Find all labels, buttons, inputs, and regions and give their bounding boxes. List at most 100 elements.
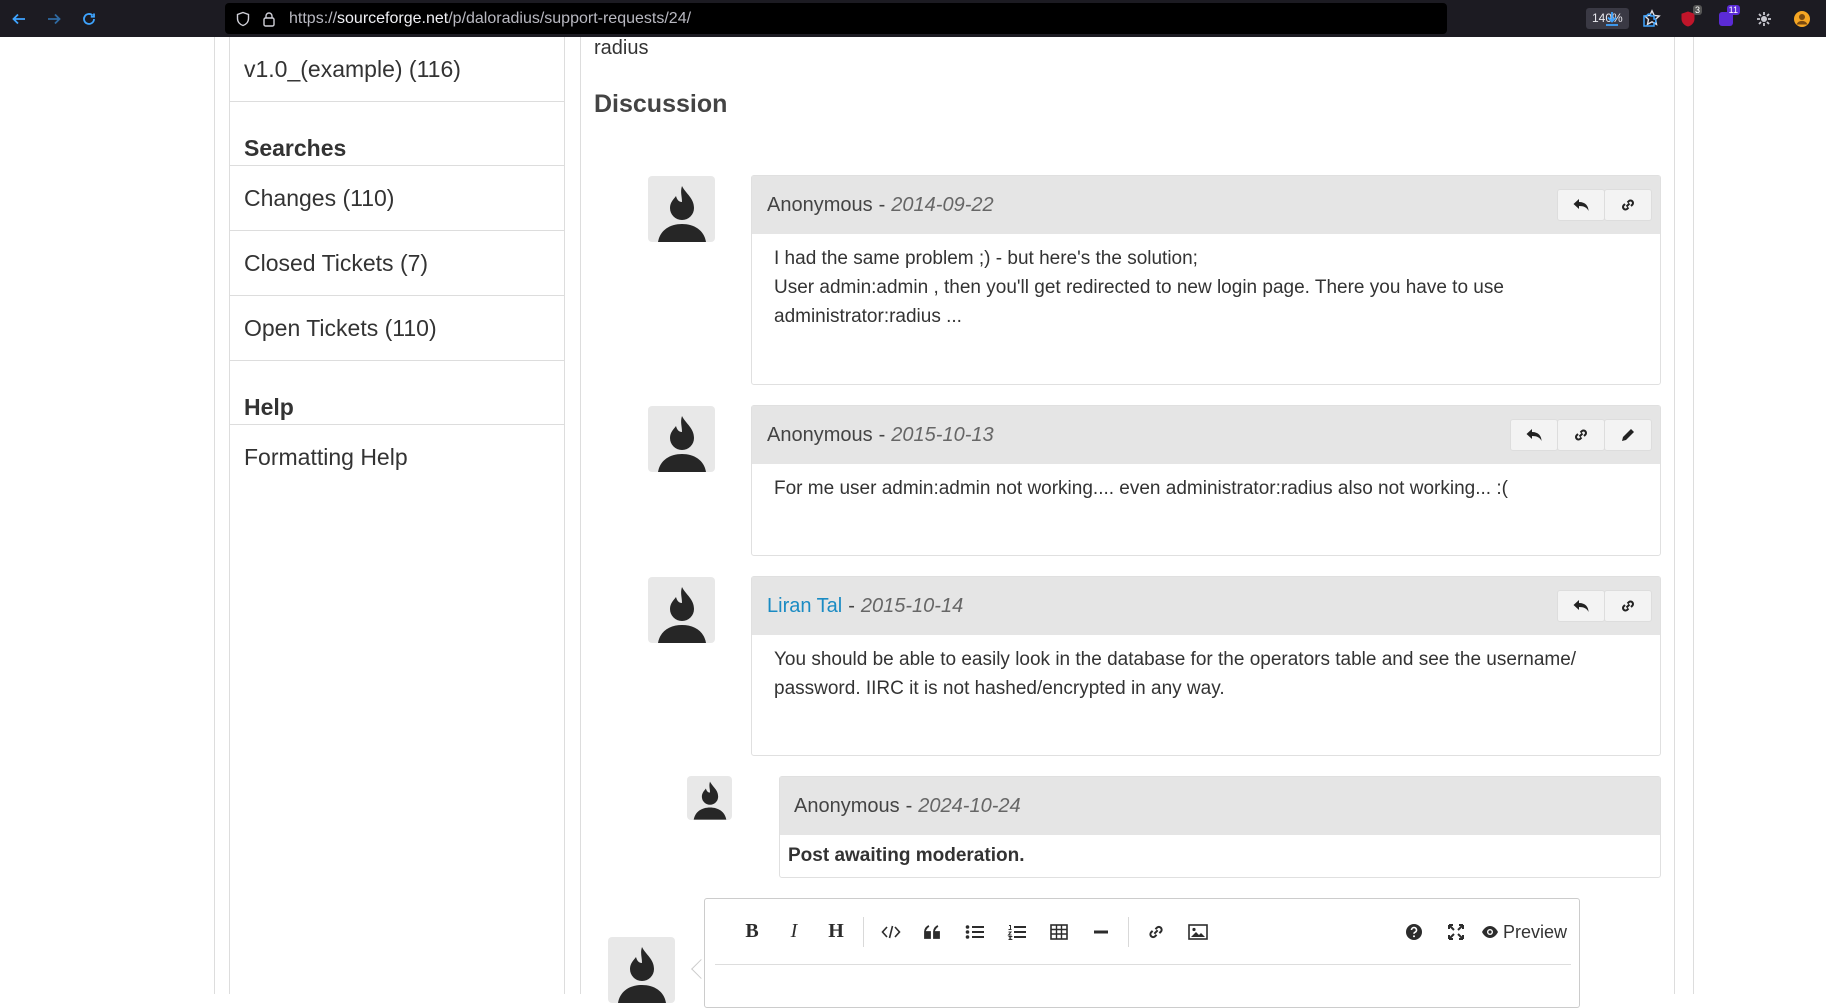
extension-count-badge: 11 — [1726, 4, 1740, 15]
eye-icon — [1481, 926, 1498, 938]
comment-line: password. IIRC it is not hashed/encrypte… — [774, 678, 1225, 699]
permalink-button[interactable] — [1557, 419, 1605, 451]
comment-header: Liran Tal -2015-10-14 — [752, 577, 1660, 635]
reply-button[interactable] — [1557, 189, 1605, 221]
avatar — [648, 577, 715, 643]
extension-purple-icon[interactable]: 11 — [1712, 4, 1740, 33]
heading-button[interactable]: H — [815, 911, 857, 953]
reload-button[interactable] — [72, 0, 106, 37]
code-icon — [881, 925, 901, 938]
comment-author-link[interactable]: Liran Tal — [767, 595, 842, 618]
reload-icon — [83, 12, 95, 25]
expand-icon — [1447, 924, 1464, 940]
reply-icon — [1573, 199, 1589, 211]
sidebar: v1.0_(example) (116) Searches Changes (1… — [229, 37, 565, 994]
sidebar-item-open-tickets[interactable]: Open Tickets (110) — [230, 296, 564, 361]
markdown-help-button[interactable] — [1393, 911, 1435, 953]
extension-gear-icon[interactable] — [1750, 5, 1778, 33]
horizontal-rule-button[interactable] — [1080, 911, 1122, 953]
comment-line: I had the same problem ;) - but here's t… — [774, 248, 1198, 269]
link-icon — [1622, 199, 1634, 211]
table-button[interactable] — [1038, 911, 1080, 953]
sidebar-item-formatting-help[interactable]: Formatting Help — [230, 425, 564, 490]
reply-button[interactable] — [1557, 590, 1605, 622]
insert-link-button[interactable] — [1135, 911, 1177, 953]
edit-button[interactable] — [1604, 419, 1652, 451]
permalink-button[interactable] — [1604, 189, 1652, 221]
editor-toolbar: B I H Preview — [715, 899, 1571, 965]
browser-toolbar: https://sourceforge.net/p/daloradius/sup… — [0, 0, 1826, 37]
permalink-button[interactable] — [1604, 590, 1652, 622]
ublock-icon[interactable]: 3 — [1674, 4, 1702, 33]
comment-actions — [1557, 590, 1652, 622]
author-date-separator: - — [878, 193, 886, 216]
link-icon — [1622, 600, 1634, 612]
toolbar-divider — [1128, 916, 1129, 947]
ticket-text-fragment: radius — [594, 37, 649, 59]
lock-icon[interactable] — [257, 7, 281, 31]
avatar — [648, 176, 715, 242]
insert-image-button[interactable] — [1177, 911, 1219, 953]
profile-avatar-icon[interactable] — [1788, 5, 1816, 33]
comment-body: I had the same problem ;) - but here's t… — [752, 234, 1660, 331]
table-icon — [1050, 923, 1068, 940]
shield-icon[interactable] — [231, 7, 255, 31]
sidebar-heading-searches: Searches — [230, 135, 564, 166]
downloads-icon[interactable] — [1598, 5, 1626, 33]
reply-icon — [1573, 600, 1589, 612]
comment-card-pending: Anonymous -2024-10-24 Post awaiting moder… — [779, 776, 1661, 878]
extension-puzzle-icon[interactable] — [1636, 5, 1664, 33]
list-ul-icon — [965, 924, 984, 939]
preview-label: Preview — [1502, 921, 1567, 942]
link-icon — [1575, 429, 1587, 441]
comment-header: Anonymous -2015-10-13 — [752, 406, 1660, 464]
bold-button[interactable]: B — [731, 911, 773, 953]
comment-date[interactable]: 2015-10-13 — [891, 424, 993, 447]
comment-card: Anonymous -2015-10-13 For me user admin:a… — [751, 405, 1661, 556]
sidebar-item-changes[interactable]: Changes (110) — [230, 166, 564, 231]
back-button[interactable] — [2, 0, 36, 37]
preview-button[interactable]: Preview — [1477, 911, 1571, 953]
extensions-area: 3 11 — [1598, 0, 1816, 37]
user-avatar-icon — [657, 186, 706, 242]
forward-button[interactable] — [37, 0, 71, 37]
arrow-right-icon — [48, 13, 61, 24]
unordered-list-button[interactable] — [954, 911, 996, 953]
comment-body: For me user admin:admin not working.... … — [752, 464, 1660, 503]
ordered-list-button[interactable] — [996, 911, 1038, 953]
url-text[interactable]: https://sourceforge.net/p/daloradius/sup… — [289, 10, 691, 28]
code-button[interactable] — [870, 911, 912, 953]
discussion-heading: Discussion — [594, 90, 728, 118]
reply-icon — [1526, 429, 1542, 441]
fullscreen-button[interactable] — [1435, 911, 1477, 953]
arrow-left-icon — [12, 13, 25, 24]
comment-actions — [1510, 419, 1652, 451]
comment-body: Post awaiting moderation. — [780, 835, 1660, 876]
sidebar-item-milestone[interactable]: v1.0_(example) (116) — [230, 37, 564, 102]
avatar — [687, 776, 732, 820]
page-border-left — [214, 37, 215, 994]
user-avatar-icon — [617, 947, 666, 1003]
reply-button[interactable] — [1510, 419, 1558, 451]
quote-button[interactable] — [912, 911, 954, 953]
comment-date[interactable]: 2024-10-24 — [918, 795, 1020, 818]
list-ol-icon — [1007, 924, 1026, 940]
link-icon — [1149, 925, 1163, 938]
comment-author: Anonymous — [767, 193, 873, 216]
italic-button[interactable]: I — [773, 911, 815, 953]
sidebar-item-closed-tickets[interactable]: Closed Tickets (7) — [230, 231, 564, 296]
question-circle-icon — [1405, 924, 1422, 940]
comment-card: Anonymous -2014-09-22 I had the same prob… — [751, 175, 1661, 385]
ublock-count-badge: 3 — [1692, 4, 1702, 15]
user-avatar-icon — [657, 416, 706, 472]
image-icon — [1188, 923, 1208, 940]
comment-date[interactable]: 2014-09-22 — [891, 194, 993, 217]
avatar — [648, 406, 715, 472]
comment-header: Anonymous -2024-10-24 — [780, 777, 1660, 835]
address-bar[interactable]: https://sourceforge.net/p/daloradius/sup… — [225, 3, 1661, 34]
pencil-icon — [1622, 429, 1634, 441]
comment-date[interactable]: 2015-10-14 — [861, 595, 963, 618]
toolbar-divider — [863, 916, 864, 947]
user-avatar-icon — [657, 587, 706, 643]
